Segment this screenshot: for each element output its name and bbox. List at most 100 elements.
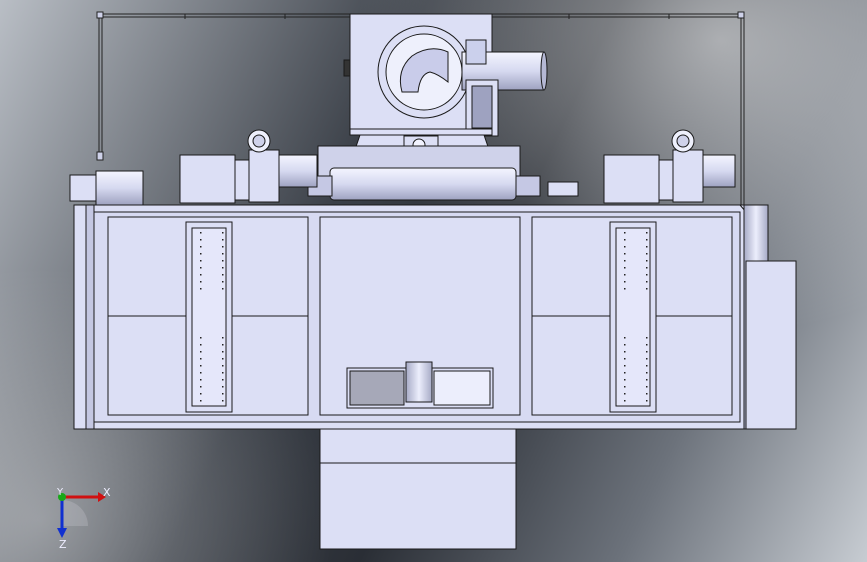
vent-dot [200, 386, 202, 388]
vent-dot [222, 337, 224, 339]
vent-dot [646, 344, 648, 346]
vent-dot [646, 288, 648, 290]
vent-dot [646, 358, 648, 360]
drum-motor-stub [547, 181, 579, 197]
vent-dot [646, 365, 648, 367]
vent-dot [646, 351, 648, 353]
vent-dot [624, 274, 626, 276]
z-axis-label: Z [59, 538, 67, 551]
vent-dot [200, 372, 202, 374]
vent-dot [222, 386, 224, 388]
vent-dot [222, 288, 224, 290]
vent-dot [624, 281, 626, 283]
vent-dot [222, 246, 224, 248]
vent-dot [200, 267, 202, 269]
vent-dot [200, 400, 202, 402]
vent-dot [222, 351, 224, 353]
vent-dot [624, 386, 626, 388]
vent-dot [200, 344, 202, 346]
left-fan-housing [248, 149, 280, 203]
vent-dot [646, 246, 648, 248]
vent-dot [200, 365, 202, 367]
vent-dot [200, 274, 202, 276]
vent-dot [624, 365, 626, 367]
vent-dot [624, 288, 626, 290]
vent-dot [222, 253, 224, 255]
vent-dot [646, 239, 648, 241]
vent-dot [624, 400, 626, 402]
vent-dot [646, 260, 648, 262]
vent-dot [200, 253, 202, 255]
vent-dot [646, 400, 648, 402]
vent-dot [222, 267, 224, 269]
panel-pipe [405, 361, 433, 403]
vent-dot [200, 281, 202, 283]
vent-dot [646, 267, 648, 269]
vent-dot [222, 400, 224, 402]
vent-dot [624, 393, 626, 395]
vent-dot [222, 372, 224, 374]
vent-dot [624, 337, 626, 339]
main-cabinet [73, 204, 747, 430]
vent-dot [646, 281, 648, 283]
vent-dot [646, 253, 648, 255]
right-motor-box [603, 154, 660, 204]
left-fan-duct [278, 154, 318, 188]
vent-dot [200, 232, 202, 234]
vent-dot [200, 337, 202, 339]
vent-dot [222, 365, 224, 367]
vent-dot [222, 274, 224, 276]
vent-dot [222, 232, 224, 234]
y-axis-label: Y [56, 487, 64, 498]
vent-dot [624, 379, 626, 381]
vent-dot [200, 239, 202, 241]
vent-dot [200, 260, 202, 262]
vent-dot [646, 393, 648, 395]
vent-dot [624, 267, 626, 269]
vent-dot [200, 288, 202, 290]
left-motor-group [69, 129, 318, 206]
vent-dot [624, 232, 626, 234]
vent-dot [646, 337, 648, 339]
horizontal-drum [329, 167, 517, 201]
central-blower-unit [307, 13, 579, 201]
vent-dot [222, 281, 224, 283]
vent-dot [200, 351, 202, 353]
left-small-motor [69, 174, 97, 202]
vent-dot [624, 344, 626, 346]
right-motor-group [603, 129, 736, 204]
vent-dot [624, 372, 626, 374]
vent-dot [222, 358, 224, 360]
vent-dot [222, 344, 224, 346]
base-block [319, 428, 517, 550]
x-axis-label: X [103, 486, 111, 499]
machine-assembly-drawing[interactable]: X Y Z [0, 0, 867, 562]
vent-dot [646, 386, 648, 388]
housing-latch [343, 59, 351, 77]
vent-dot [624, 260, 626, 262]
vent-dot [624, 358, 626, 360]
vent-dot [624, 253, 626, 255]
axis-triad: X Y Z [56, 486, 111, 551]
right-fan-housing [672, 149, 704, 203]
side-enclosure [745, 260, 797, 430]
vent-dot [222, 239, 224, 241]
vent-dot [646, 232, 648, 234]
vent-dot [624, 239, 626, 241]
vent-dot [200, 393, 202, 395]
vent-dot [222, 393, 224, 395]
vent-dot [200, 379, 202, 381]
vent-dot [646, 274, 648, 276]
vent-dot [646, 372, 648, 374]
vent-dot [222, 379, 224, 381]
right-side-box [743, 204, 797, 430]
vent-dot [200, 246, 202, 248]
vent-dot [200, 358, 202, 360]
vent-dot [624, 351, 626, 353]
vent-dot [222, 260, 224, 262]
vent-dot [646, 379, 648, 381]
vent-dot [624, 246, 626, 248]
right-fan-duct [702, 154, 736, 188]
left-motor-box [179, 154, 236, 204]
cad-viewport[interactable]: X Y Z [0, 0, 867, 562]
